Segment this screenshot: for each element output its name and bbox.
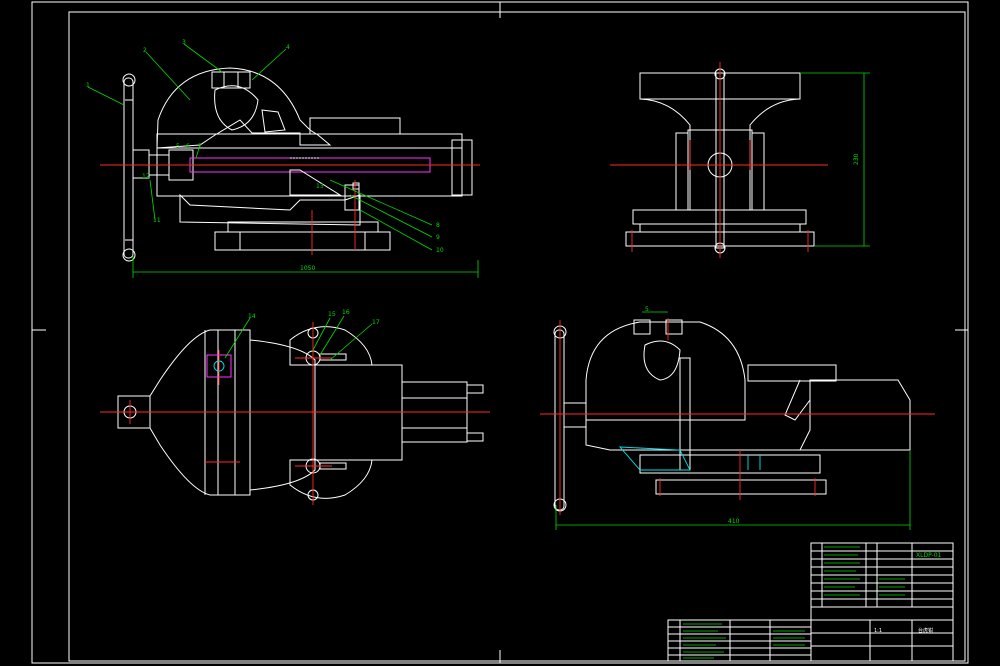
top-view: 14 15 16 17 <box>100 309 490 505</box>
dim-right-height: 230 <box>853 153 860 165</box>
assembly-view: 410 5 <box>540 306 935 530</box>
dim-front-length: 1050 <box>300 265 315 272</box>
leader-3: 3 <box>182 39 186 46</box>
cad-drawing-sheet: 1050 1 2 3 4 5 6 7 8 9 10 11 12 13 230 1… <box>31 1 969 664</box>
leader-6: 6 <box>186 143 190 150</box>
dim-iso-callout: 5 <box>645 306 649 313</box>
leader-16: 16 <box>342 309 350 316</box>
front-section-view: 1050 1 2 3 4 5 6 7 8 9 10 11 12 13 <box>86 39 480 278</box>
title-block: XLDP-01 台虎钳 1:1 <box>667 542 954 662</box>
title-block-scale: 1:1 <box>874 628 882 634</box>
leader-11: 11 <box>153 217 161 224</box>
leader-14: 14 <box>248 313 256 320</box>
title-block-name: 台虎钳 <box>918 627 933 634</box>
leader-15: 15 <box>328 311 336 318</box>
leader-7: 7 <box>198 143 202 150</box>
leader-2: 2 <box>143 47 147 54</box>
leader-4: 4 <box>286 44 290 51</box>
title-block-parts-list <box>824 546 905 596</box>
title-block-drawing-no: XLDP-01 <box>916 552 942 559</box>
dim-iso-length: 410 <box>728 518 740 525</box>
leader-1: 1 <box>86 82 90 89</box>
leader-17: 17 <box>372 319 380 326</box>
leader-12: 12 <box>142 173 150 180</box>
leader-8: 8 <box>436 222 440 229</box>
leader-13: 13 <box>316 183 324 190</box>
side-view: 230 <box>610 62 870 258</box>
leader-10: 10 <box>436 247 444 254</box>
leader-9: 9 <box>436 234 440 241</box>
sheet-border <box>31 1 969 664</box>
leader-5: 5 <box>176 143 180 150</box>
